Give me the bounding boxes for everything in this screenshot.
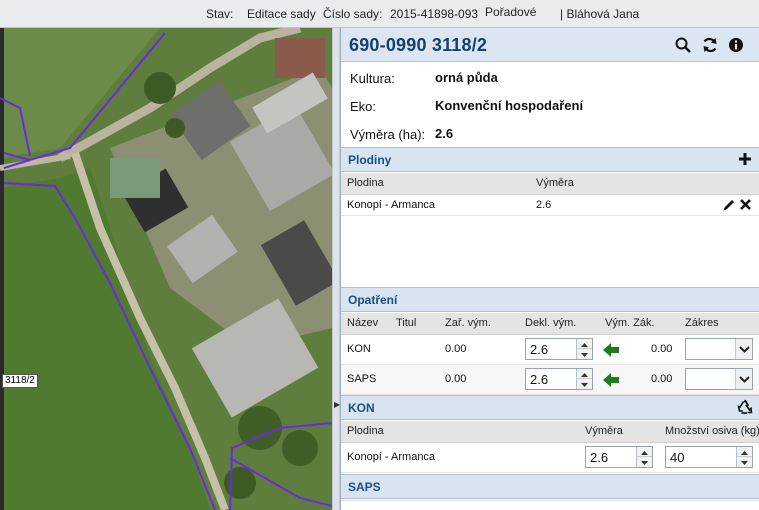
- info-vymera: Výměra (ha): 2.6: [341, 120, 759, 148]
- spin-down-icon[interactable]: [577, 349, 592, 359]
- info-kultura: Kultura: orná půda: [341, 64, 759, 92]
- info-icon[interactable]: [727, 36, 745, 54]
- recycle-icon[interactable]: [737, 399, 753, 415]
- app-root: Stav: Editace sady Číslo sady: 2015-4189…: [0, 0, 759, 510]
- kultura-value: orná půda: [435, 70, 498, 85]
- osiva-spinner[interactable]: [736, 447, 752, 467]
- eko-label: Eko:: [350, 99, 377, 114]
- col-vym-zak: Vým. Zák.: [605, 317, 655, 329]
- panel-title: 690-0990 3118/2: [349, 35, 488, 55]
- section-kon: KON: [341, 395, 759, 420]
- spin-down-icon[interactable]: [577, 379, 592, 389]
- vymera-value: 2.6: [435, 126, 454, 141]
- zakres-select[interactable]: [685, 368, 753, 390]
- col-dekl-vym: Dekl. vým.: [525, 317, 577, 329]
- vymera-cell: 2.6: [536, 199, 552, 211]
- section-opatreni: Opatření: [341, 287, 759, 312]
- mnozstvi-osiva-value: 40: [670, 450, 685, 465]
- eko-value: Konvenční hospodaření: [435, 98, 584, 113]
- col-nazev: Název: [347, 317, 379, 329]
- dekl-vym-input[interactable]: 2.6: [525, 368, 593, 390]
- cislo-sady-label: Číslo sady:: [323, 7, 383, 21]
- info-eko: Eko: Konvenční hospodaření: [341, 92, 759, 120]
- poradove-label: Pořadové: [485, 6, 537, 19]
- col-titul: Titul: [396, 317, 417, 329]
- map-view[interactable]: 3118/2: [0, 28, 332, 510]
- vymera-spinner[interactable]: [636, 447, 652, 467]
- table-row: SAPS 0.00 2.6 0.00: [341, 365, 759, 395]
- refresh-icon[interactable]: [701, 36, 719, 54]
- dekl-vym-spinner[interactable]: [576, 339, 592, 359]
- detail-panel: 690-0990 3118/2 Kultura: orná půda Eko: …: [340, 28, 759, 510]
- vymera-label: Výměra (ha):: [350, 127, 426, 142]
- cislo-sady-value: 2015-41898-093: [390, 7, 479, 21]
- mnozstvi-osiva-input[interactable]: 40: [665, 446, 753, 468]
- plodiny-empty-area: [341, 216, 759, 286]
- table-row: Konopí - Armanca 2.6 40: [341, 443, 759, 473]
- plodina-cell: Konopí - Armanca: [347, 199, 436, 211]
- dekl-vym-spinner[interactable]: [576, 369, 592, 389]
- add-plus-icon[interactable]: [737, 151, 753, 167]
- dekl-vym-value: 2.6: [530, 342, 549, 357]
- dekl-vym-input[interactable]: 2.6: [525, 338, 593, 360]
- copy-arrow-left-icon[interactable]: [602, 372, 620, 388]
- zar-vym-cell: 0.00: [445, 343, 467, 355]
- saps-title: SAPS: [348, 480, 381, 494]
- col-vymera: Výměra: [585, 425, 623, 437]
- vym-zak-cell: 0.00: [651, 373, 673, 385]
- status-bar: Stav: Editace sady Číslo sady: 2015-4189…: [0, 0, 759, 28]
- search-icon[interactable]: [674, 36, 692, 54]
- stav-label: Stav:: [206, 7, 234, 21]
- parcel-label: 3118/2: [2, 374, 38, 388]
- spin-up-icon[interactable]: [577, 369, 592, 379]
- col-zakres: Zákres: [685, 317, 719, 329]
- col-plodina: Plodina: [347, 425, 384, 437]
- plodiny-title: Plodiny: [348, 153, 392, 167]
- table-row: KON 0.00 2.6 0.00: [341, 335, 759, 365]
- opatreni-table-header: Název Titul Zař. vým. Dekl. vým. Vým. Zá…: [341, 313, 759, 335]
- delete-x-icon[interactable]: [739, 198, 752, 211]
- dekl-vym-value: 2.6: [530, 372, 549, 387]
- opatreni-title: Opatření: [348, 293, 398, 307]
- spin-down-icon[interactable]: [737, 457, 752, 467]
- nazev-cell: SAPS: [347, 373, 377, 385]
- section-saps: SAPS: [341, 474, 759, 499]
- map-imagery: [0, 28, 332, 510]
- plodina-cell: Konopí - Armanca: [347, 451, 436, 463]
- saps-content: [341, 500, 759, 510]
- vymera-input[interactable]: 2.6: [585, 446, 653, 468]
- kon-title: KON: [348, 401, 375, 415]
- spin-up-icon[interactable]: [737, 447, 752, 457]
- col-plodina: Plodina: [347, 177, 384, 189]
- spin-up-icon[interactable]: [637, 447, 652, 457]
- panel-splitter[interactable]: ▶: [332, 28, 340, 510]
- spin-down-icon[interactable]: [637, 457, 652, 467]
- stav-value: Editace sady: [247, 7, 316, 21]
- plodiny-table-header: Plodina Výměra: [341, 173, 759, 195]
- user-name[interactable]: | Bláhová Jana: [560, 7, 639, 21]
- vymera-input-value: 2.6: [590, 450, 609, 465]
- col-mnozstvi-osiva: Množství osiva (kg): [665, 425, 759, 437]
- table-row[interactable]: Konopí - Armanca 2.6: [341, 195, 759, 216]
- col-zar-vym: Zař. vým.: [445, 317, 491, 329]
- zakres-select[interactable]: [685, 338, 753, 360]
- kon-table-header: Plodina Výměra Množství osiva (kg): [341, 421, 759, 443]
- kultura-label: Kultura:: [350, 71, 395, 86]
- chevron-down-icon[interactable]: [735, 339, 752, 359]
- zar-vym-cell: 0.00: [445, 373, 467, 385]
- section-plodiny: Plodiny: [341, 147, 759, 172]
- vym-zak-cell: 0.00: [651, 343, 673, 355]
- col-vymera: Výměra: [536, 177, 574, 189]
- chevron-down-icon[interactable]: [735, 369, 752, 389]
- panel-header: 690-0990 3118/2: [341, 28, 759, 62]
- edit-pencil-icon[interactable]: [722, 198, 736, 212]
- spin-up-icon[interactable]: [577, 339, 592, 349]
- copy-arrow-left-icon[interactable]: [602, 342, 620, 358]
- nazev-cell: KON: [347, 343, 371, 355]
